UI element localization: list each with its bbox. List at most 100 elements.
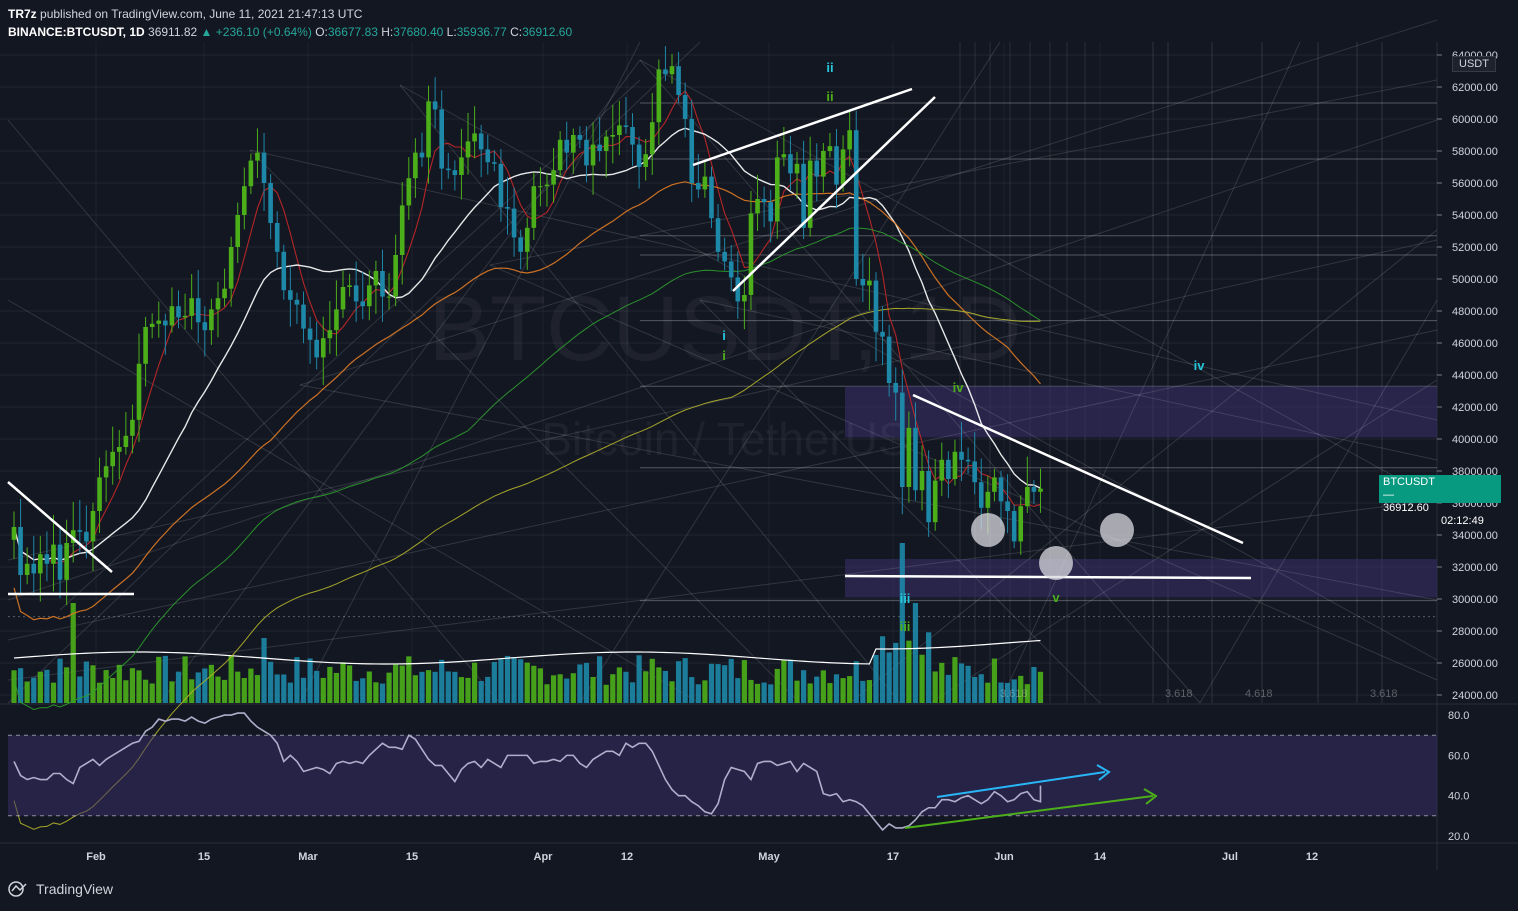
- volume-bar: [735, 678, 741, 703]
- candle-body: [360, 301, 366, 307]
- volume-bar: [814, 676, 820, 703]
- candle-body: [709, 176, 714, 219]
- candle-body: [432, 101, 438, 110]
- candle-body: [38, 554, 43, 574]
- candle-body: [478, 133, 484, 150]
- time-axis[interactable]: Feb 15 Mar 15 Apr 12 May 17 Jun 14 Jul 12: [86, 851, 1318, 863]
- time-tick-label: Jul: [1222, 851, 1238, 863]
- volume-bar: [340, 662, 346, 703]
- price-tag-countdown: 02:12:49: [1441, 515, 1484, 527]
- footer-brand[interactable]: TradingView: [8, 881, 113, 897]
- candle-body: [505, 207, 510, 209]
- candle-body: [946, 459, 951, 479]
- candle-body: [116, 447, 122, 452]
- volume-bar: [748, 679, 754, 703]
- volume-bar: [491, 662, 497, 703]
- price-tick-label: 56000.00: [1452, 178, 1498, 190]
- volume-bar: [702, 680, 708, 703]
- candle-body: [649, 122, 655, 155]
- candle-body: [814, 160, 820, 177]
- volume-bar: [419, 671, 425, 703]
- candle-body: [972, 461, 977, 483]
- close-label: C:: [510, 25, 523, 39]
- volume-bar: [143, 679, 149, 703]
- rsi-pane[interactable]: 20.0 40.0 60.0 80.0: [8, 710, 1469, 843]
- candle-body: [926, 471, 931, 523]
- volume-bar: [64, 667, 70, 703]
- change-value: +236.10 (+0.64%): [215, 25, 312, 39]
- candle-body: [169, 306, 175, 326]
- volume-bar: [129, 668, 136, 703]
- volume-bar: [439, 659, 445, 703]
- volume-bar: [577, 664, 583, 703]
- candle-body: [1025, 487, 1030, 507]
- candle-body: [544, 184, 550, 187]
- price-tick-label: 58000.00: [1452, 146, 1498, 158]
- volume-bar: [978, 674, 984, 703]
- candle-body: [623, 125, 629, 127]
- candle-body: [314, 339, 319, 358]
- price-tick-label: 42000.00: [1452, 402, 1498, 414]
- candle-body: [84, 531, 89, 542]
- publisher-name[interactable]: TR7z: [8, 7, 37, 21]
- candle-body: [518, 237, 523, 252]
- volume-bar: [1031, 666, 1037, 703]
- candle-body: [380, 271, 385, 297]
- candle-body: [11, 527, 17, 540]
- volume-bar: [603, 684, 609, 703]
- candle-body: [24, 563, 30, 575]
- volume-bar: [393, 664, 399, 703]
- chart-canvas[interactable]: BTCUSDT, 1D Bitcoin / TetherUS iiiiiiivi…: [0, 0, 1518, 911]
- price-tag-symbol: BTCUSDT: [1383, 476, 1435, 488]
- volume-bar: [544, 684, 550, 703]
- tradingview-logo-icon: [8, 881, 27, 897]
- volume-bar: [445, 671, 451, 703]
- fib-extension-label: 4.618: [1245, 688, 1273, 700]
- time-tick-label: 17: [887, 851, 899, 863]
- price-axis[interactable]: 24000.00 26000.00 28000.00 30000.00 32000.00…: [1437, 50, 1498, 702]
- candle-body: [715, 218, 721, 252]
- volume-bar: [649, 658, 655, 703]
- volume-bar: [175, 671, 182, 703]
- candle-body: [959, 451, 964, 460]
- wave-label: v: [1052, 590, 1060, 605]
- currency-unit-label[interactable]: USDT: [1452, 56, 1496, 72]
- volume-bar: [616, 667, 622, 703]
- volume-bar: [399, 665, 405, 703]
- candle-body: [281, 251, 287, 291]
- volume-bar: [353, 680, 359, 703]
- publish-info: TR7z published on TradingView.com, June …: [8, 7, 362, 21]
- candle-body: [867, 280, 872, 286]
- volume-bar: [820, 670, 826, 703]
- candle-body: [301, 304, 306, 329]
- candle-body: [393, 255, 398, 297]
- price-tag-price: 36912.60: [1383, 502, 1429, 514]
- candle-body: [31, 563, 37, 574]
- candle-body: [367, 285, 372, 307]
- wave-label: i: [722, 348, 726, 363]
- candle-body: [597, 144, 602, 151]
- high-label: H:: [381, 25, 394, 39]
- candle-body: [511, 208, 517, 238]
- volume-bar: [465, 677, 471, 703]
- price-tick-label: 24000.00: [1452, 690, 1498, 702]
- candle-body: [827, 146, 833, 151]
- volume-bar: [669, 681, 675, 703]
- candle-body: [978, 482, 984, 508]
- candle-body: [952, 451, 958, 479]
- wave-label: iv: [953, 380, 965, 395]
- candle-body: [755, 199, 760, 214]
- candle-body: [294, 299, 300, 305]
- rsi-tick-label: 40.0: [1448, 791, 1469, 803]
- last-price-tag: BTCUSDT — 36912.60 02:12:49: [1379, 475, 1501, 527]
- candle-body: [886, 336, 892, 383]
- publish-text: published on TradingView.com, June 11, 2…: [40, 7, 363, 21]
- candle-body: [386, 296, 392, 298]
- symbol-label[interactable]: BINANCE:BTCUSDT, 1D: [8, 25, 145, 39]
- candle-body: [195, 298, 201, 323]
- candle-body: [103, 466, 109, 478]
- low-value: 35936.77: [456, 25, 507, 39]
- candle-body: [261, 152, 267, 183]
- price-tick-label: 60000.00: [1452, 114, 1498, 126]
- change-up-icon: ▲: [200, 25, 213, 39]
